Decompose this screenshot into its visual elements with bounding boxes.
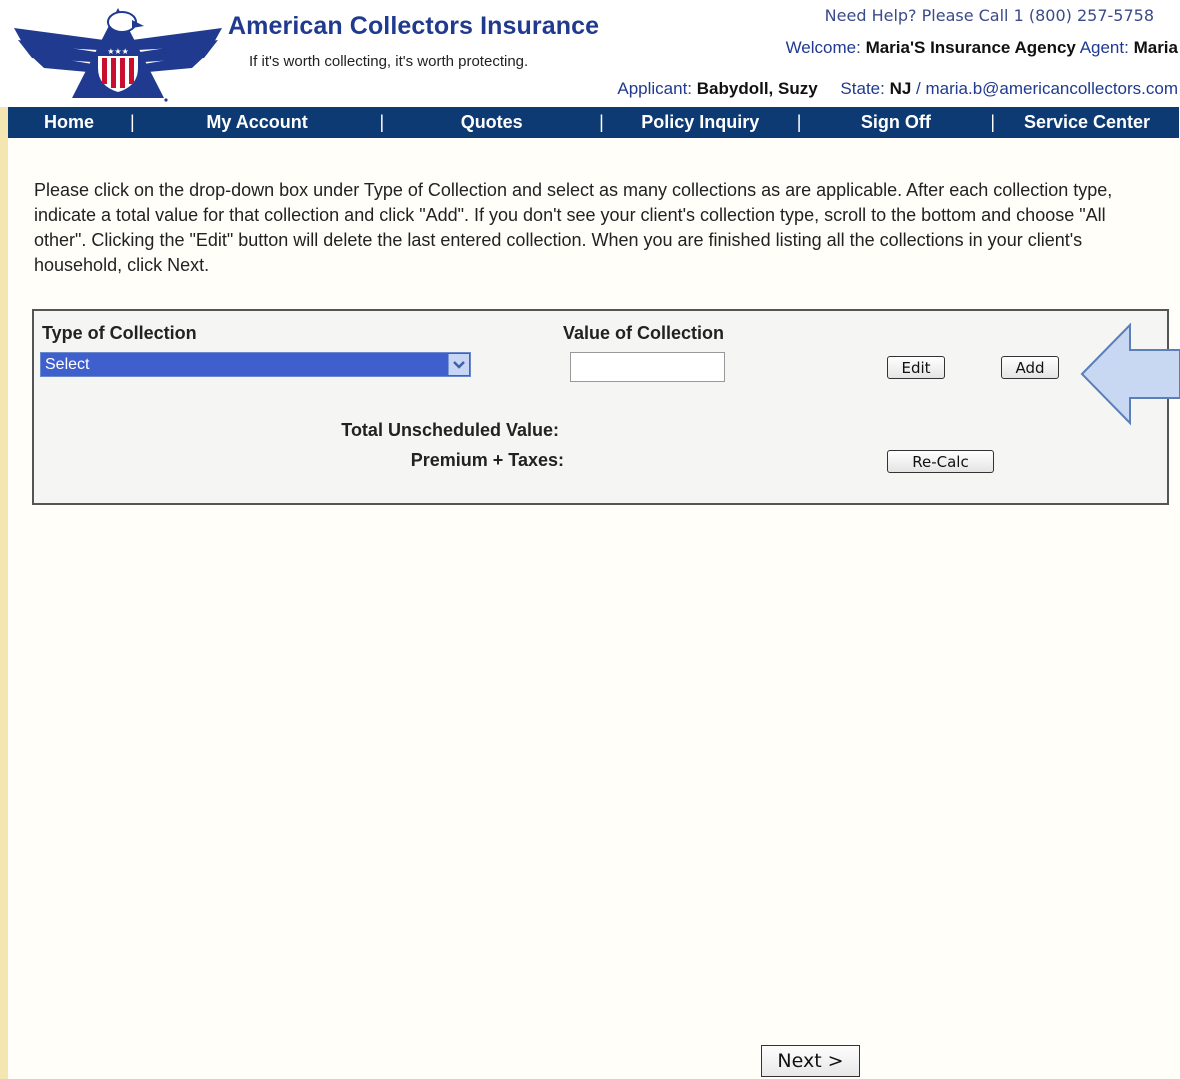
nav-service-center[interactable]: Service Center bbox=[995, 112, 1179, 133]
main-nav: Home | My Account | Quotes | Policy Inqu… bbox=[8, 107, 1179, 138]
tagline: If it's worth collecting, it's worth pro… bbox=[249, 53, 529, 70]
applicant-name: Babydoll, Suzy bbox=[696, 79, 818, 98]
collection-type-select[interactable]: Select bbox=[40, 352, 471, 377]
instructions-text: Please click on the drop-down box under … bbox=[34, 180, 1113, 275]
chevron-down-icon[interactable] bbox=[448, 354, 469, 375]
welcome-line: Welcome: Maria'S Insurance Agency Agent:… bbox=[786, 38, 1178, 58]
state-value: NJ bbox=[889, 79, 912, 98]
collection-form-panel: Type of Collection Value of Collection S… bbox=[32, 309, 1169, 505]
left-border bbox=[0, 0, 8, 1079]
premium-taxes-label: Premium + Taxes: bbox=[410, 450, 564, 470]
svg-text:★★★: ★★★ bbox=[107, 47, 129, 56]
type-of-collection-header: Type of Collection bbox=[42, 323, 197, 343]
nav-sign-off[interactable]: Sign Off bbox=[801, 112, 990, 133]
eagle-logo-icon: ★★★ bbox=[14, 8, 222, 102]
header: ★★★ American Collectors Insurance If it'… bbox=[0, 0, 1180, 107]
brand-name: American Collectors Insurance bbox=[228, 12, 600, 40]
select-value: Select bbox=[45, 356, 90, 373]
applicant-label: Applicant: bbox=[617, 79, 693, 98]
left-arrow-callout-icon bbox=[1080, 322, 1180, 426]
nav-my-account[interactable]: My Account bbox=[135, 112, 380, 133]
collection-value-input[interactable] bbox=[570, 352, 725, 382]
next-button[interactable]: Next > bbox=[761, 1045, 860, 1077]
welcome-label: Welcome: bbox=[785, 38, 861, 57]
agent-email: / maria.b@americancollectors.com bbox=[916, 79, 1178, 98]
agent-label: Agent: bbox=[1079, 38, 1129, 57]
state-label: State: bbox=[840, 79, 885, 98]
recalc-button[interactable]: Re-Calc bbox=[887, 450, 994, 473]
nav-quotes[interactable]: Quotes bbox=[384, 112, 599, 133]
nav-home[interactable]: Home bbox=[8, 112, 130, 133]
total-unscheduled-value-label: Total Unscheduled Value: bbox=[341, 420, 559, 440]
applicant-line: Applicant: Babydoll, Suzy State: NJ / ma… bbox=[617, 79, 1178, 99]
edit-button[interactable]: Edit bbox=[887, 356, 945, 379]
help-phone: Need Help? Please Call 1 (800) 257-5758 bbox=[824, 6, 1154, 25]
nav-policy-inquiry[interactable]: Policy Inquiry bbox=[604, 112, 797, 133]
agency-name: Maria'S Insurance Agency bbox=[865, 38, 1076, 57]
value-of-collection-header: Value of Collection bbox=[563, 323, 725, 343]
add-button[interactable]: Add bbox=[1001, 356, 1059, 379]
agent-name: Maria bbox=[1133, 38, 1178, 57]
